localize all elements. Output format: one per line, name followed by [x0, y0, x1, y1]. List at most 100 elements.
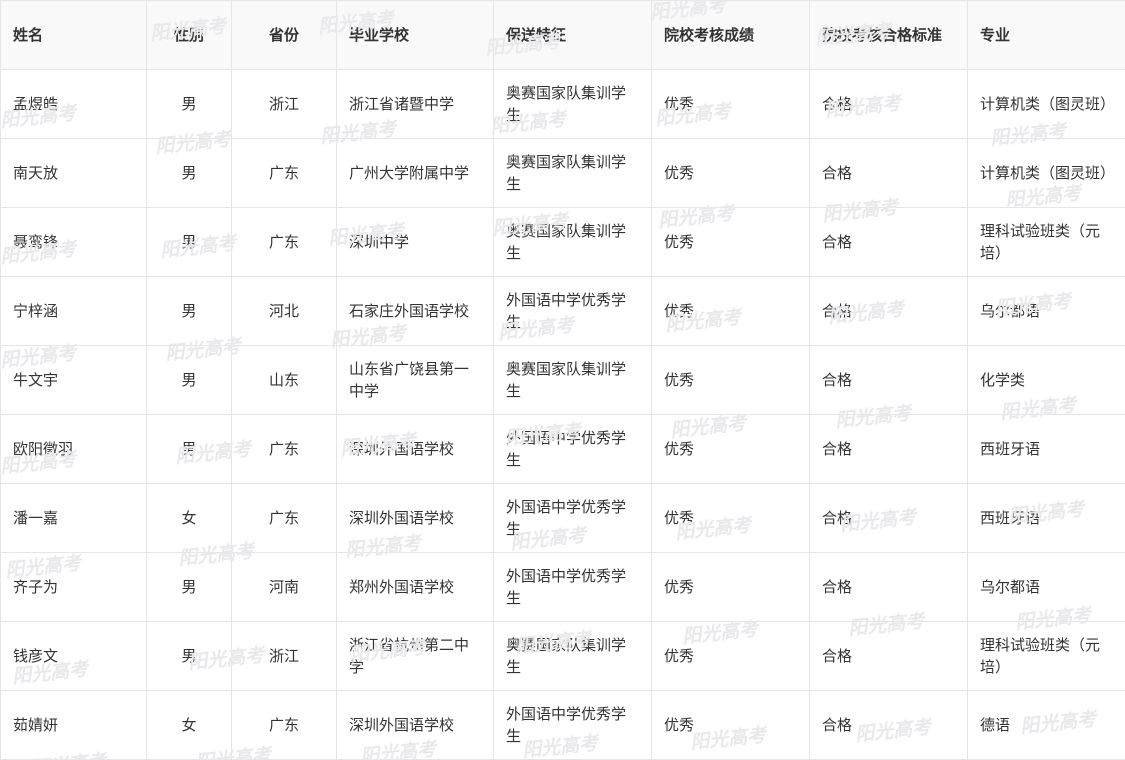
cell-gender: 男 [146, 345, 232, 415]
cell-province: 广东 [231, 690, 337, 760]
cell-major: 计算机类（图灵班） [967, 138, 1125, 208]
cell-result: 优秀 [651, 207, 810, 277]
cell-feature: 外国语中学优秀学生 [493, 276, 652, 346]
cell-school: 深圳外国语学校 [336, 414, 494, 484]
cell-school: 深圳中学 [336, 207, 494, 277]
cell-province: 河南 [231, 552, 337, 622]
cell-standard: 合格 [809, 690, 968, 760]
cell-standard: 合格 [809, 138, 968, 208]
header-row: 姓名 性别 省份 毕业学校 保送特征 院校考核成绩 院校考核合格标准 专业 [0, 0, 1125, 70]
cell-school: 石家庄外国语学校 [336, 276, 494, 346]
cell-school: 郑州外国语学校 [336, 552, 494, 622]
cell-feature: 奥赛国家队集训学生 [493, 207, 652, 277]
cell-feature: 外国语中学优秀学生 [493, 552, 652, 622]
header-standard: 院校考核合格标准 [809, 0, 968, 70]
cell-feature: 外国语中学优秀学生 [493, 414, 652, 484]
cell-name: 钱彦文 [0, 621, 147, 691]
cell-name: 聂鸾锋 [0, 207, 147, 277]
table-row: 钱彦文 男 浙江 浙江省杭州第二中学 奥赛国家队集训学生 优秀 合格 理科试验班… [0, 621, 1125, 691]
cell-province: 浙江 [231, 621, 337, 691]
header-major: 专业 [967, 0, 1125, 70]
cell-gender: 男 [146, 552, 232, 622]
table-row: 南天放 男 广东 广州大学附属中学 奥赛国家队集训学生 优秀 合格 计算机类（图… [0, 138, 1125, 208]
cell-province: 广东 [231, 207, 337, 277]
cell-standard: 合格 [809, 276, 968, 346]
cell-province: 浙江 [231, 69, 337, 139]
cell-school: 山东省广饶县第一中学 [336, 345, 494, 415]
table-row: 牛文宇 男 山东 山东省广饶县第一中学 奥赛国家队集训学生 优秀 合格 化学类 [0, 345, 1125, 415]
table-row: 孟煜皓 男 浙江 浙江省诸暨中学 奥赛国家队集训学生 优秀 合格 计算机类（图灵… [0, 69, 1125, 139]
cell-name: 孟煜皓 [0, 69, 147, 139]
cell-result: 优秀 [651, 690, 810, 760]
cell-feature: 外国语中学优秀学生 [493, 483, 652, 553]
cell-school: 广州大学附属中学 [336, 138, 494, 208]
cell-province: 河北 [231, 276, 337, 346]
cell-major: 乌尔都语 [967, 276, 1125, 346]
cell-school: 浙江省诸暨中学 [336, 69, 494, 139]
cell-gender: 男 [146, 414, 232, 484]
cell-school: 深圳外国语学校 [336, 483, 494, 553]
table-row: 齐子为 男 河南 郑州外国语学校 外国语中学优秀学生 优秀 合格 乌尔都语 [0, 552, 1125, 622]
admission-table: 姓名 性别 省份 毕业学校 保送特征 院校考核成绩 院校考核合格标准 专业 孟煜… [0, 0, 1125, 760]
cell-standard: 合格 [809, 621, 968, 691]
cell-province: 广东 [231, 138, 337, 208]
table-row: 宁梓涵 男 河北 石家庄外国语学校 外国语中学优秀学生 优秀 合格 乌尔都语 [0, 276, 1125, 346]
cell-feature: 奥赛国家队集训学生 [493, 621, 652, 691]
cell-major: 计算机类（图灵班） [967, 69, 1125, 139]
cell-gender: 男 [146, 207, 232, 277]
header-feature: 保送特征 [493, 0, 652, 70]
table-row: 潘一嘉 女 广东 深圳外国语学校 外国语中学优秀学生 优秀 合格 西班牙语 [0, 483, 1125, 553]
cell-result: 优秀 [651, 552, 810, 622]
cell-major: 西班牙语 [967, 414, 1125, 484]
cell-gender: 男 [146, 138, 232, 208]
cell-result: 优秀 [651, 345, 810, 415]
header-name: 姓名 [0, 0, 147, 70]
header-result: 院校考核成绩 [651, 0, 810, 70]
table-body: 孟煜皓 男 浙江 浙江省诸暨中学 奥赛国家队集训学生 优秀 合格 计算机类（图灵… [0, 69, 1125, 760]
header-school: 毕业学校 [336, 0, 494, 70]
cell-name: 茹婧妍 [0, 690, 147, 760]
cell-gender: 女 [146, 690, 232, 760]
cell-feature: 奥赛国家队集训学生 [493, 345, 652, 415]
cell-name: 牛文宇 [0, 345, 147, 415]
cell-name: 南天放 [0, 138, 147, 208]
cell-gender: 男 [146, 276, 232, 346]
table-row: 欧阳徵羽 男 广东 深圳外国语学校 外国语中学优秀学生 优秀 合格 西班牙语 [0, 414, 1125, 484]
cell-name: 齐子为 [0, 552, 147, 622]
cell-major: 理科试验班类（元培） [967, 621, 1125, 691]
cell-feature: 外国语中学优秀学生 [493, 690, 652, 760]
cell-school: 浙江省杭州第二中学 [336, 621, 494, 691]
cell-standard: 合格 [809, 69, 968, 139]
cell-result: 优秀 [651, 621, 810, 691]
cell-result: 优秀 [651, 414, 810, 484]
cell-gender: 男 [146, 621, 232, 691]
cell-feature: 奥赛国家队集训学生 [493, 138, 652, 208]
cell-feature: 奥赛国家队集训学生 [493, 69, 652, 139]
cell-result: 优秀 [651, 276, 810, 346]
cell-standard: 合格 [809, 207, 968, 277]
cell-major: 德语 [967, 690, 1125, 760]
cell-province: 广东 [231, 414, 337, 484]
cell-major: 西班牙语 [967, 483, 1125, 553]
cell-result: 优秀 [651, 69, 810, 139]
cell-name: 宁梓涵 [0, 276, 147, 346]
cell-standard: 合格 [809, 552, 968, 622]
cell-major: 理科试验班类（元培） [967, 207, 1125, 277]
cell-name: 欧阳徵羽 [0, 414, 147, 484]
cell-standard: 合格 [809, 483, 968, 553]
cell-major: 乌尔都语 [967, 552, 1125, 622]
cell-major: 化学类 [967, 345, 1125, 415]
cell-name: 潘一嘉 [0, 483, 147, 553]
cell-province: 山东 [231, 345, 337, 415]
cell-gender: 男 [146, 69, 232, 139]
cell-standard: 合格 [809, 345, 968, 415]
cell-result: 优秀 [651, 483, 810, 553]
cell-province: 广东 [231, 483, 337, 553]
table-row: 聂鸾锋 男 广东 深圳中学 奥赛国家队集训学生 优秀 合格 理科试验班类（元培） [0, 207, 1125, 277]
cell-gender: 女 [146, 483, 232, 553]
header-gender: 性别 [146, 0, 232, 70]
table-row: 茹婧妍 女 广东 深圳外国语学校 外国语中学优秀学生 优秀 合格 德语 [0, 690, 1125, 760]
cell-result: 优秀 [651, 138, 810, 208]
header-province: 省份 [231, 0, 337, 70]
cell-school: 深圳外国语学校 [336, 690, 494, 760]
